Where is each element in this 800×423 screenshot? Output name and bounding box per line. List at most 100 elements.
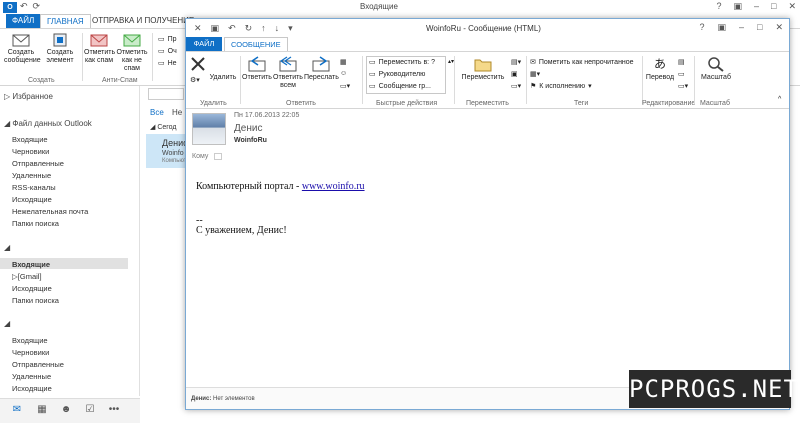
favorites-header[interactable]: ▷ Избранное [4,92,53,101]
tab-file[interactable]: ФАЙЛ [6,14,41,28]
translate-label: Перевод [645,74,675,81]
find-button[interactable]: ▤ [678,58,685,66]
save-icon[interactable]: ▣ [211,23,220,34]
folder-outbox-2[interactable]: Исходящие [12,284,52,293]
follow-up-button[interactable]: ⚑ К исполнению ▾ [530,82,592,91]
minimize-icon[interactable]: – [754,1,759,12]
cleanup-button[interactable]: ⚙▾ [190,76,200,84]
up-arrow-icon[interactable]: ↑ [261,23,266,34]
reply-all-button[interactable]: Ответить всем [273,56,303,90]
tab-message[interactable]: СООБЩЕНИЕ [224,37,288,51]
collapse-icon: ◢ [4,319,11,328]
quick-step-team[interactable]: ▭ Сообщение гр... [369,82,431,91]
move-button[interactable]: Переместить [458,56,508,82]
folder-search[interactable]: Папки поиска [12,219,59,228]
collapse-ribbon-button[interactable]: ^ [778,96,781,103]
main-quick-access: ↶ ⟳ [20,1,40,12]
folder-deleted-3[interactable]: Удаленные [12,372,51,381]
delete-button[interactable]: Удалить [208,74,238,82]
close-icon[interactable]: ✕ [788,1,796,12]
data-file-header[interactable]: ◢ Файл данных Outlook [4,119,92,128]
zoom-button[interactable]: Масштаб [698,56,734,82]
mark-spam-button[interactable]: Отметить как спам [84,33,115,65]
undo-icon[interactable]: ↶ [228,23,236,34]
mark-not-spam-button[interactable]: Отметить как не спам [116,33,148,73]
more-icon[interactable]: ••• [108,405,120,415]
message-sender[interactable]: Денис [234,123,262,134]
delete-label: Удалить [209,74,237,81]
new-item-button[interactable]: Создать элемент [42,33,78,65]
folder-search-2[interactable]: Папки поиска [12,296,59,305]
ignore-button[interactable] [190,56,206,74]
to-recipient-box[interactable] [214,153,222,160]
categorize-button[interactable]: ▦▾ [530,70,540,78]
customize-icon[interactable]: ▾ [288,23,293,34]
minimize-icon[interactable]: – [739,22,744,33]
ribbon-display-icon[interactable]: ▣ [733,1,742,12]
new-email-button[interactable]: Создать сообщение [4,33,41,65]
reply-button[interactable]: Ответить [242,56,272,82]
list-filter-all[interactable]: Все [150,108,164,117]
body-link[interactable]: www.woinfo.ru [302,181,365,192]
close-small-icon[interactable]: ✕ [194,23,202,34]
tasks-icon[interactable]: ☑ [84,405,96,415]
body-text: Компьютерный портал - [196,181,302,192]
calendar-icon[interactable]: ▦ [36,405,48,415]
translate-button[interactable]: あ Перевод [644,56,676,82]
help-icon[interactable]: ? [716,1,721,12]
related-button[interactable]: ▭ [678,70,685,78]
actions-button[interactable]: ▭▾ [511,82,521,90]
maximize-icon[interactable]: □ [771,1,776,12]
folder-junk[interactable]: Нежелательная почта [12,207,88,216]
avatar [192,113,226,145]
folder-outbox-3[interactable]: Исходящие [12,384,52,393]
ribbon-display-icon[interactable]: ▣ [717,22,726,33]
folder-drafts-3[interactable]: Черновики [12,348,49,357]
tab-home[interactable]: ГЛАВНАЯ [40,14,91,28]
people-icon[interactable]: ☻ [60,405,72,415]
redo-icon[interactable]: ↻ [245,23,253,34]
close-icon[interactable]: ✕ [775,22,783,33]
main-window-title: Входящие [360,2,398,11]
send-receive-icon[interactable]: ⟳ [33,1,41,12]
folder-inbox[interactable]: Входящие [12,135,48,144]
envelope-icon [12,34,30,47]
folder-rss[interactable]: RSS-каналы [12,183,56,192]
ribbon-small-item-1[interactable]: ▭ Пр [158,35,177,44]
account2-header[interactable]: ◢ [4,243,10,252]
folder-inbox-3[interactable]: Входящие [12,336,48,345]
ribbon-small-item-2[interactable]: ▭ Оч [158,47,177,56]
folder-sent[interactable]: Отправленные [12,159,64,168]
undo-icon[interactable]: ↶ [20,1,28,12]
list-filter-unread[interactable]: Не [172,108,182,117]
main-window-controls: ? ▣ – □ ✕ [716,1,796,12]
quick-step-manager[interactable]: ▭ Руководителю [369,70,425,79]
more-respond-button[interactable]: ▭▾ [340,82,350,90]
quick-step-move[interactable]: ▭ Переместить в: ? [369,58,435,67]
down-arrow-icon[interactable]: ↓ [275,23,280,34]
mark-unread-button[interactable]: ✉ Пометить как непрочитанное [530,58,634,67]
rules-button[interactable]: ▤▾ [511,58,521,66]
folder-inbox-2[interactable]: Входящие [12,260,50,269]
search-input[interactable] [148,88,184,100]
new-item-icon [53,33,67,47]
ribbon-small-item-3[interactable]: ▭ Не [158,59,177,68]
meeting-button[interactable]: ▦ [340,58,347,66]
select-button[interactable]: ▭▾ [678,82,688,90]
onenote-button[interactable]: ▣ [511,70,518,78]
help-icon[interactable]: ? [699,22,704,33]
tab-send-receive[interactable]: ОТПРАВКА И ПОЛУЧЕНИЕ [86,14,200,28]
account3-header[interactable]: ◢ [4,319,10,328]
im-button[interactable]: ☺ [340,70,347,77]
mail-icon[interactable]: ✉ [11,405,23,415]
account2-name-redacted [12,243,124,252]
folder-sent-3[interactable]: Отправленные [12,360,64,369]
tab-file[interactable]: ФАЙЛ [186,37,222,51]
folder-outbox[interactable]: Исходящие [12,195,52,204]
reply-all-label: Ответить всем [273,74,303,89]
folder-gmail[interactable]: ▷[Gmail] [12,272,42,281]
folder-deleted[interactable]: Удаленные [12,171,51,180]
forward-button[interactable]: Переслать [304,56,339,82]
maximize-icon[interactable]: □ [757,22,762,33]
folder-drafts[interactable]: Черновики [12,147,49,156]
